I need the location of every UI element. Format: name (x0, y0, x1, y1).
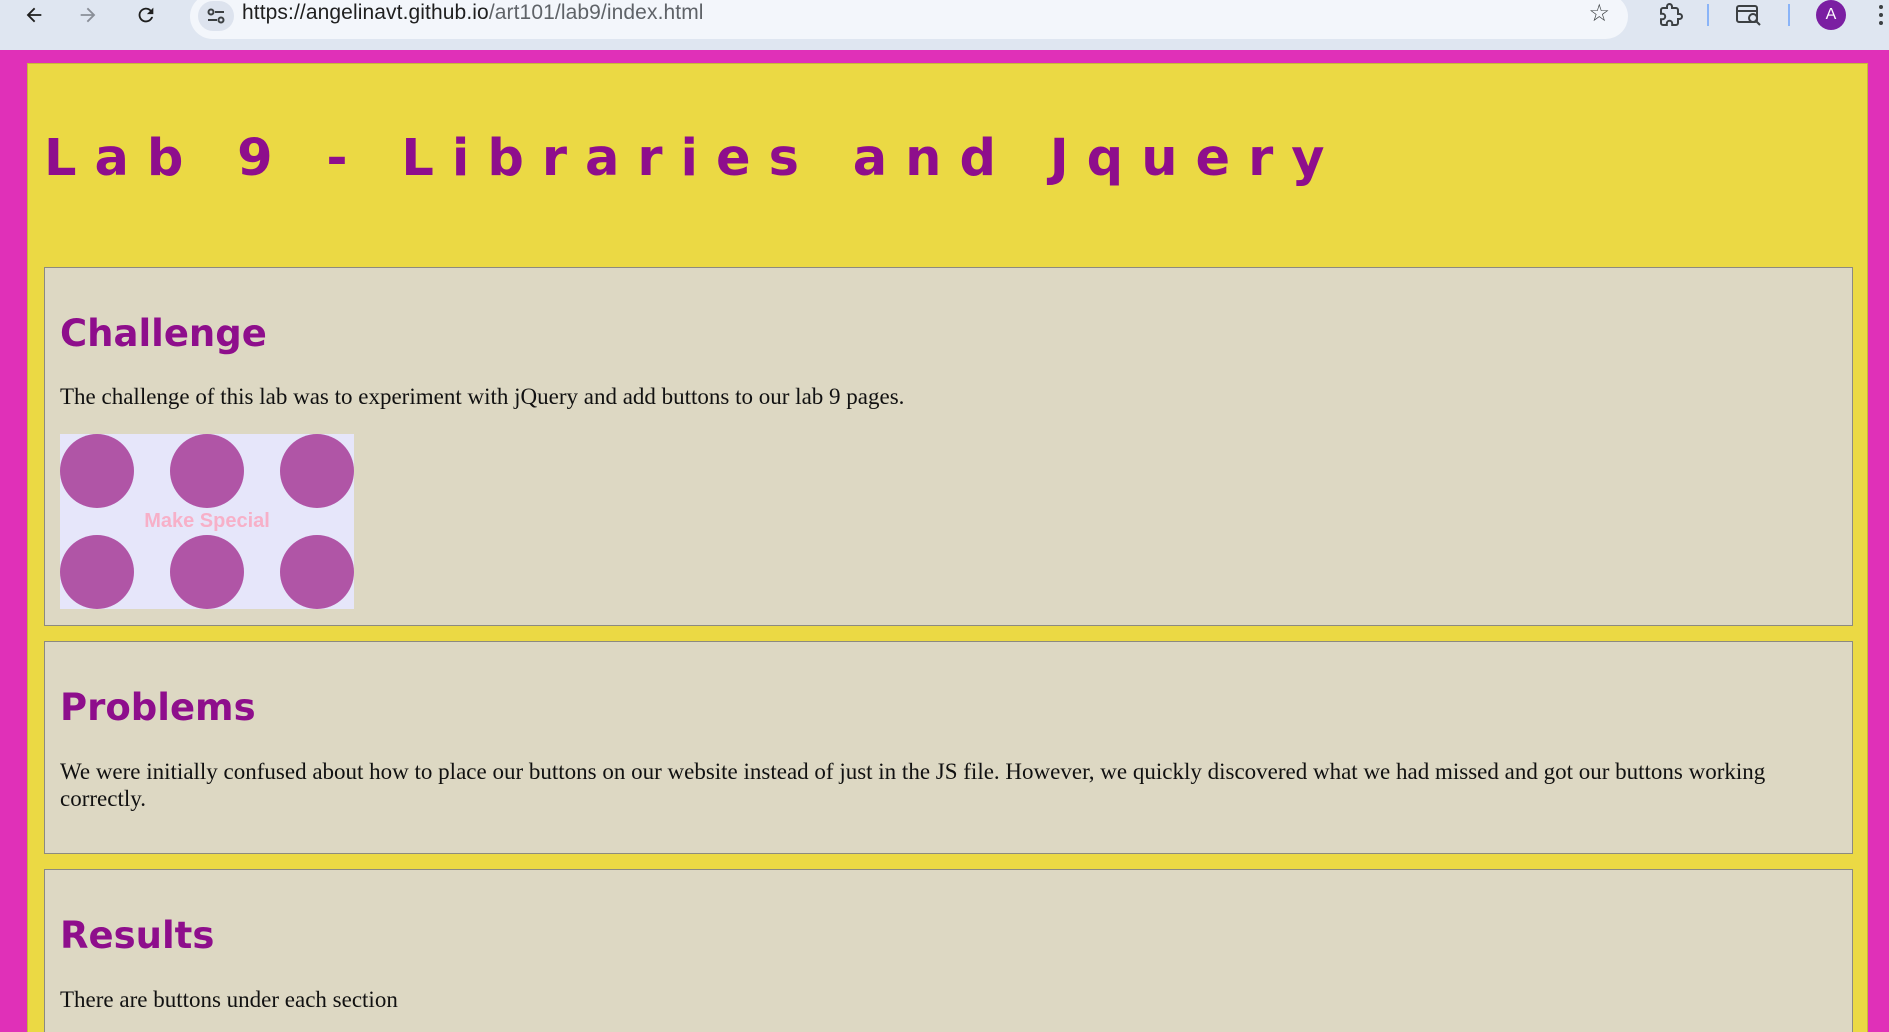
browser-toolbar: https://angelinavt.github.io/art101/lab9… (0, 0, 1889, 50)
circle (280, 535, 354, 609)
circle (60, 434, 134, 508)
reload-icon (138, 7, 154, 23)
page-viewport: Lab 9 - Libraries and Jquery Challenge T… (0, 50, 1889, 1032)
reload-button[interactable] (124, 0, 168, 30)
profile-avatar[interactable]: A (1816, 0, 1846, 30)
bookmark-star-icon[interactable]: ☆ (1588, 0, 1610, 28)
circle (170, 434, 244, 508)
special-circles-box: Make Special (60, 434, 354, 609)
extensions-button[interactable] (1651, 0, 1691, 30)
site-info-icon[interactable] (198, 1, 234, 31)
section-heading: Challenge (60, 312, 267, 355)
circle (280, 434, 354, 508)
forward-arrow-icon (80, 7, 96, 23)
circle (60, 535, 134, 609)
section-heading: Results (60, 914, 215, 957)
url-path: /art101/lab9/index.html (488, 1, 704, 24)
toolbar-divider (1788, 4, 1790, 26)
section-heading: Problems (60, 686, 256, 729)
url-text[interactable]: https://angelinavt.github.io/art101/lab9… (242, 1, 704, 25)
toolbar-divider (1707, 4, 1709, 26)
menu-icon[interactable] (1879, 0, 1889, 30)
tab-search-icon (1736, 5, 1761, 26)
section-text: The challenge of this lab was to experim… (60, 384, 905, 409)
url-host: https://angelinavt.github.io (242, 1, 489, 24)
address-bar[interactable]: https://angelinavt.github.io/art101/lab9… (190, 0, 1628, 39)
page-title: Lab 9 - Libraries and Jquery (44, 129, 1343, 188)
tab-search-button[interactable] (1729, 0, 1769, 30)
make-special-button[interactable]: Make Special (60, 510, 354, 533)
circle (170, 535, 244, 609)
results-section: Results There are buttons under each sec… (44, 869, 1853, 1032)
section-text: We were initially confused about how to … (60, 759, 1766, 811)
forward-button[interactable] (66, 0, 110, 30)
puzzle-icon (1660, 3, 1683, 26)
back-button[interactable] (12, 0, 56, 30)
back-arrow-icon (26, 7, 42, 23)
page-container: Lab 9 - Libraries and Jquery Challenge T… (27, 63, 1868, 1032)
problems-section: Problems We were initially confused abou… (44, 641, 1853, 854)
challenge-section: Challenge The challenge of this lab was … (44, 267, 1853, 626)
section-text: There are buttons under each section (60, 987, 398, 1012)
